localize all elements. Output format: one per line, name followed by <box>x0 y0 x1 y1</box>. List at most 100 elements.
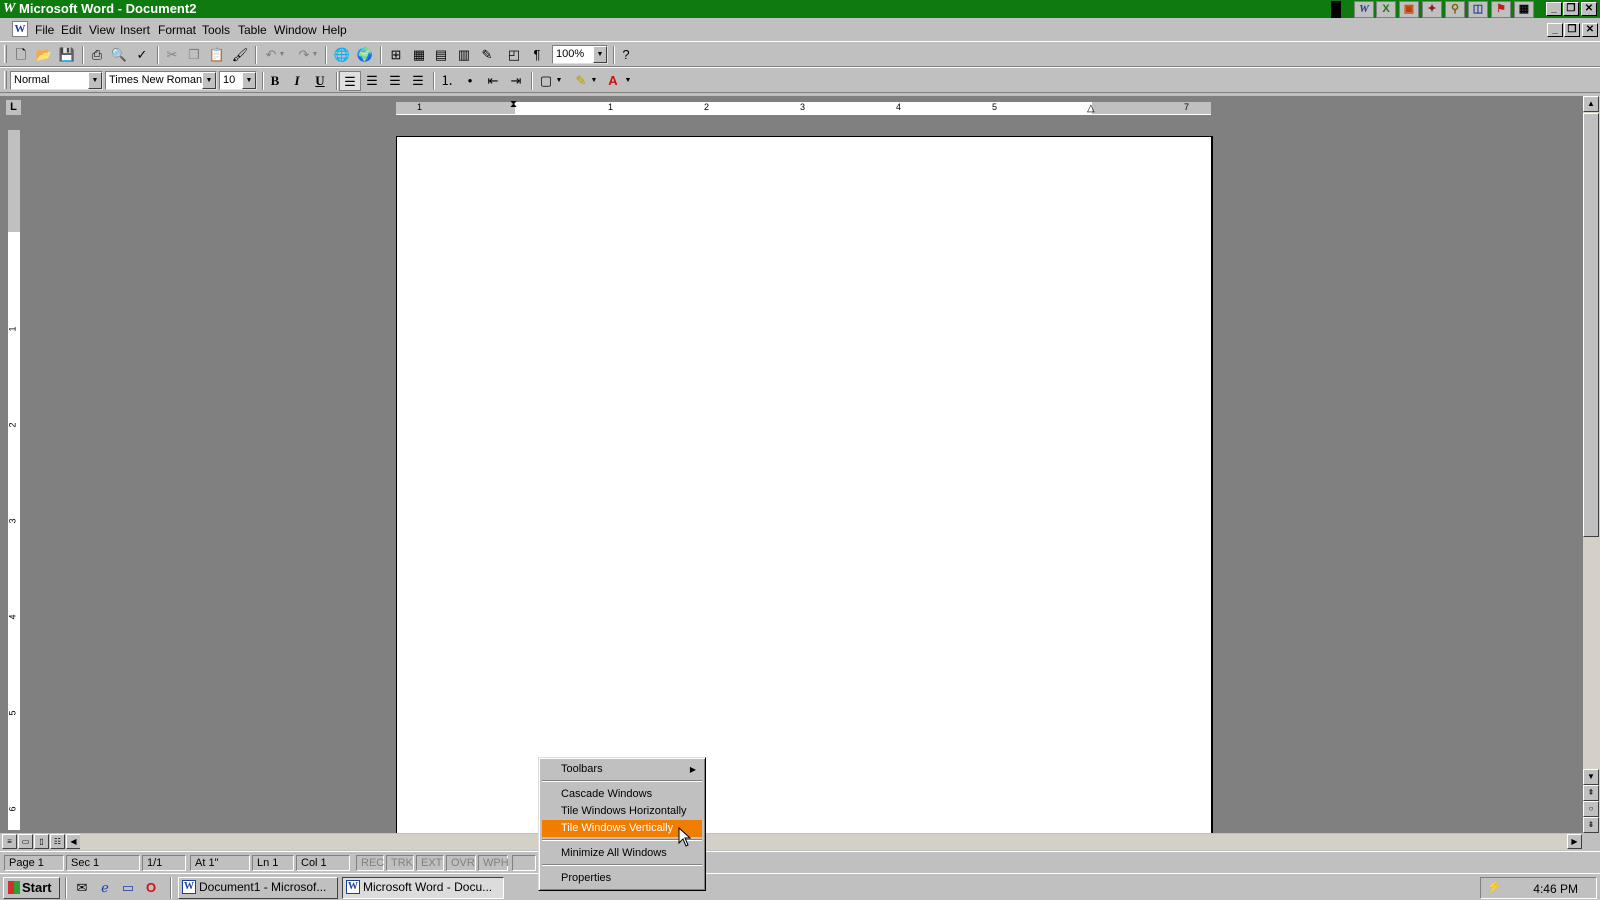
close-button[interactable]: ✕ <box>1581 2 1597 16</box>
right-indent-marker-icon[interactable]: △ <box>1087 103 1095 114</box>
redo-dropdown-icon[interactable]: ▼ <box>310 45 320 65</box>
menu-window[interactable]: Window <box>274 23 317 37</box>
status-page[interactable]: Page 1 <box>4 855 64 871</box>
italic-button[interactable]: I <box>286 71 308 91</box>
scroll-down-icon[interactable]: ▼ <box>1583 769 1599 785</box>
chevron-down-icon[interactable]: ▼ <box>593 46 607 63</box>
opera-icon[interactable]: O <box>142 879 160 897</box>
copy-icon[interactable]: ❐ <box>183 45 205 65</box>
clock[interactable]: 4:46 PM <box>1533 882 1578 896</box>
bold-button[interactable]: B <box>264 71 286 91</box>
chevron-down-icon[interactable]: ▼ <box>242 72 256 89</box>
font-color-icon[interactable]: A <box>602 71 624 91</box>
online-layout-icon[interactable]: ▭ <box>18 834 33 849</box>
decrease-indent-icon[interactable]: ⇤ <box>482 71 504 91</box>
status-section[interactable]: Sec 1 <box>66 855 140 871</box>
powerpoint-icon[interactable]: ▣ <box>1399 1 1419 18</box>
find-icon[interactable]: ⚲ <box>1445 1 1465 18</box>
office-assistant-icon[interactable]: ? <box>615 45 637 65</box>
task-document2[interactable]: W Microsoft Word - Docu... <box>342 877 504 899</box>
bullets-icon[interactable]: • <box>459 71 481 91</box>
insert-excel-icon[interactable]: ▤ <box>430 45 452 65</box>
scroll-left-icon[interactable]: ◀ <box>66 834 81 849</box>
menu-item-minimize-all[interactable]: Minimize All Windows <box>542 845 702 862</box>
horizontal-scrollbar[interactable] <box>80 834 1569 850</box>
columns-icon[interactable]: ▥ <box>453 45 475 65</box>
align-left-icon[interactable]: ☰ <box>339 71 361 91</box>
spelling-icon[interactable]: ✓ <box>131 45 153 65</box>
restore-button[interactable]: ❐ <box>1563 2 1579 16</box>
underline-button[interactable]: U <box>309 71 331 91</box>
status-at[interactable]: At 1" <box>190 855 250 871</box>
status-wph[interactable]: WPH <box>478 855 509 871</box>
print-preview-icon[interactable]: 🔍 <box>108 45 130 65</box>
align-center-icon[interactable]: ☰ <box>361 71 383 91</box>
cut-icon[interactable]: ✂ <box>161 45 183 65</box>
access-icon[interactable]: ✦ <box>1422 1 1442 18</box>
internet-explorer-icon[interactable]: ℯ <box>96 879 114 897</box>
next-page-icon[interactable]: ⇟ <box>1583 817 1599 833</box>
menu-help[interactable]: Help <box>322 23 347 37</box>
web-toolbar-icon[interactable]: 🌍 <box>354 45 376 65</box>
page-layout-icon[interactable]: ▯ <box>34 834 49 849</box>
zoom-combo[interactable]: 100% ▼ <box>552 45 608 64</box>
title-bar[interactable]: W Microsoft Word - Document2 W X ▣ ✦ ⚲ ◫… <box>0 0 1600 18</box>
outlook-express-icon[interactable]: ✉ <box>73 879 91 897</box>
show-desktop-icon[interactable]: ▭ <box>119 879 137 897</box>
menu-insert[interactable]: Insert <box>120 23 150 37</box>
minimize-button[interactable]: _ <box>1546 2 1562 16</box>
normal-view-icon[interactable]: ≡ <box>2 834 17 849</box>
new-icon[interactable]: 🗋 <box>10 45 32 65</box>
increase-indent-icon[interactable]: ⇥ <box>505 71 527 91</box>
drawing-icon[interactable]: ✎ <box>476 45 498 65</box>
tables-borders-icon[interactable]: ⊞ <box>385 45 407 65</box>
font-color-dropdown-icon[interactable]: ▼ <box>623 71 633 91</box>
status-line[interactable]: Ln 1 <box>252 855 294 871</box>
save-icon[interactable]: 💾 <box>56 45 78 65</box>
menu-file[interactable]: File <box>35 23 54 37</box>
font-combo[interactable]: Times New Roman ▼ <box>105 71 217 90</box>
numbering-icon[interactable]: ⒈ <box>436 71 458 91</box>
scroll-up-icon[interactable]: ▲ <box>1583 96 1599 112</box>
menu-item-toolbars[interactable]: Toolbars ▶ <box>542 761 702 778</box>
borders-dropdown-icon[interactable]: ▼ <box>554 71 564 91</box>
status-col[interactable]: Col 1 <box>296 855 350 871</box>
scroll-right-icon[interactable]: ▶ <box>1567 834 1582 849</box>
tab-selector[interactable]: L <box>5 99 22 116</box>
menu-edit[interactable]: Edit <box>61 23 82 37</box>
document-page[interactable] <box>396 136 1213 833</box>
justify-icon[interactable]: ☰ <box>407 71 429 91</box>
word-icon[interactable]: W <box>1354 1 1374 18</box>
show-hide-icon[interactable]: ¶ <box>526 45 548 65</box>
horizontal-ruler[interactable]: 1 1 2 3 4 5 7 ⧗ △ <box>396 99 1211 115</box>
status-ovr[interactable]: OVR <box>446 855 476 871</box>
paste-icon[interactable]: 📋 <box>206 45 228 65</box>
chevron-down-icon[interactable]: ▼ <box>88 72 102 89</box>
office-icon[interactable]: ▦ <box>1514 1 1534 18</box>
chevron-down-icon[interactable]: ▼ <box>202 72 216 89</box>
menu-item-cascade-windows[interactable]: Cascade Windows <box>542 786 702 803</box>
select-browse-object-icon[interactable]: ○ <box>1583 801 1599 817</box>
status-rec[interactable]: REC <box>356 855 384 871</box>
format-painter-icon[interactable]: 🖌 <box>229 45 251 65</box>
vertical-scrollbar[interactable]: ▲ ▼ ⇞ ○ ⇟ <box>1583 96 1600 833</box>
document-map-icon[interactable]: ◰ <box>503 45 525 65</box>
start-button[interactable]: Start <box>3 877 60 899</box>
doc-restore-button[interactable]: ❐ <box>1564 23 1580 37</box>
vertical-ruler[interactable]: 1 2 3 4 5 6 <box>7 130 20 830</box>
menu-format[interactable]: Format <box>158 23 196 37</box>
open-icon[interactable]: 📂 <box>33 45 55 65</box>
outline-view-icon[interactable]: ☷ <box>50 834 65 849</box>
highlight-dropdown-icon[interactable]: ▼ <box>589 71 599 91</box>
menu-view[interactable]: View <box>89 23 115 37</box>
menu-item-properties[interactable]: Properties <box>542 870 702 887</box>
undo-dropdown-icon[interactable]: ▼ <box>277 45 287 65</box>
outlook-icon[interactable]: ⚑ <box>1491 1 1511 18</box>
indent-marker-icon[interactable]: ⧗ <box>510 99 517 110</box>
doc-minimize-button[interactable]: _ <box>1547 23 1563 37</box>
status-spelling-icon[interactable] <box>512 855 536 871</box>
previous-page-icon[interactable]: ⇞ <box>1583 785 1599 801</box>
office-bar-grip-icon[interactable] <box>1331 1 1341 18</box>
print-icon[interactable]: ⎙ <box>86 45 108 65</box>
menu-item-tile-horizontally[interactable]: Tile Windows Horizontally <box>542 803 702 820</box>
